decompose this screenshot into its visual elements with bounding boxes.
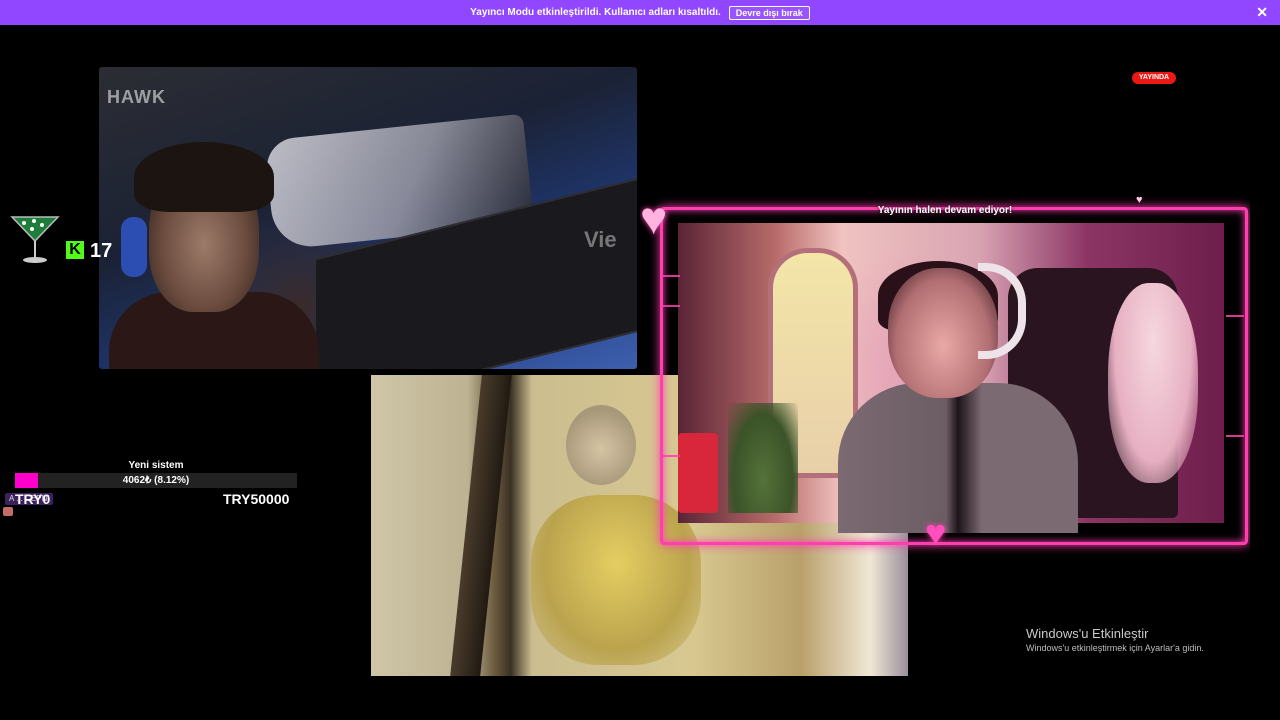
circuit-line [662,455,680,457]
streamer-mode-banner: Yayıncı Modu etkinleştirildi. Kullanıcı … [0,0,1280,25]
painting-figure-head [566,405,636,485]
windows-activation-subtitle: Windows'u etkinleştirmek için Ayarlar'a … [1026,643,1204,653]
donation-goal-min: TRY0 [15,491,51,507]
webcam-feed-3: ♥ ♥ ♥ Yayının halen devam ediyor! [640,195,1250,555]
donation-goal-title: Yeni sistem [128,460,184,471]
monitor-brand-text: Vie [584,227,617,252]
kick-follower-widget: K 17 [10,213,113,265]
webcam-feed-1: Vie HAWK [99,67,637,369]
donation-goal-max: TRY50000 [223,491,290,507]
picture-frame-edge [450,375,512,676]
close-icon[interactable]: ✕ [1256,4,1268,20]
pink-neon-frame [660,207,1248,545]
windows-activation-title: Windows'u Etkinleştir [1026,626,1149,641]
circuit-line [662,305,680,307]
heart-icon: ♥ [925,512,947,553]
avatar [3,507,13,516]
donation-goal-bar: 4062₺ (8.12%) [15,473,297,488]
headphone-shape [121,217,147,277]
streamer-hair [134,142,274,212]
live-badge: YAYINDA [1132,72,1176,84]
circuit-line [662,275,680,277]
circuit-line [1226,315,1244,317]
banner-message: Yayıncı Modu etkinleştirildi. Kullanıcı … [470,7,721,18]
circuit-line [1226,435,1244,437]
overlay-caption: Yayının halen devam ediyor! [877,205,1013,216]
disable-streamer-mode-button[interactable]: Devre dışı bırak [728,5,810,20]
chair-logo: HAWK [107,87,166,107]
heart-icon: ♥ [640,195,668,244]
martini-icon [10,216,60,263]
heart-icon: ♥ [1136,195,1143,206]
stream-view: Yayıncı Modu etkinleştirildi. Kullanıcı … [0,0,1280,720]
kick-logo-icon: K [66,241,84,259]
donation-goal-amount: 4062₺ (8.12%) [122,475,190,486]
follower-count: 17 [90,240,113,262]
